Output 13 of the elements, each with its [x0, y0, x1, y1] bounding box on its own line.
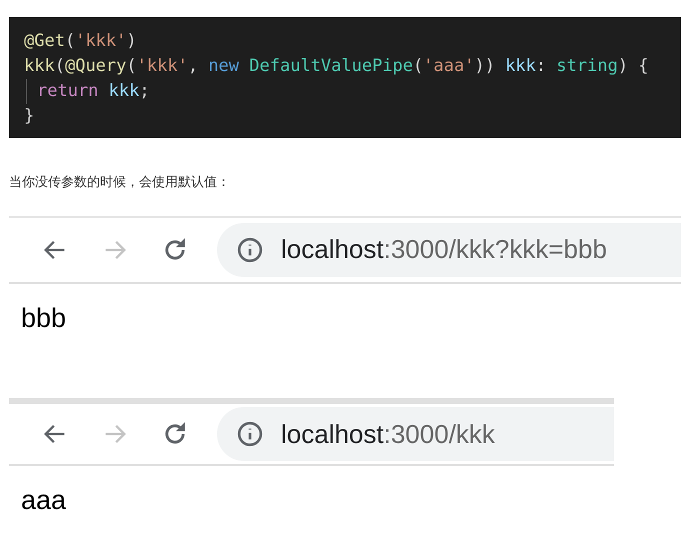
code-line: @Get('kkk')	[24, 30, 137, 53]
url-text: localhost:3000/kkk	[281, 418, 495, 450]
address-bar[interactable]: localhost:3000/kkk?kkk=bbb	[217, 222, 681, 276]
info-icon	[237, 421, 263, 447]
page-content: aaa	[20, 484, 68, 517]
code-line: return kkk;	[26, 79, 150, 104]
code-line: kkk(@Query('kkk', new DefaultValuePipe('aaa')) kkk: string) {	[24, 55, 649, 78]
code-line: }	[24, 105, 34, 128]
page-content: bbb	[20, 302, 68, 334]
address-bar[interactable]: localhost:3000/kkk	[217, 407, 614, 461]
url-text: localhost:3000/kkk?kkk=bbb	[281, 233, 607, 266]
info-icon	[237, 236, 263, 262]
paragraph: 当你没传参数的时候，会使用默认值：	[9, 173, 230, 191]
